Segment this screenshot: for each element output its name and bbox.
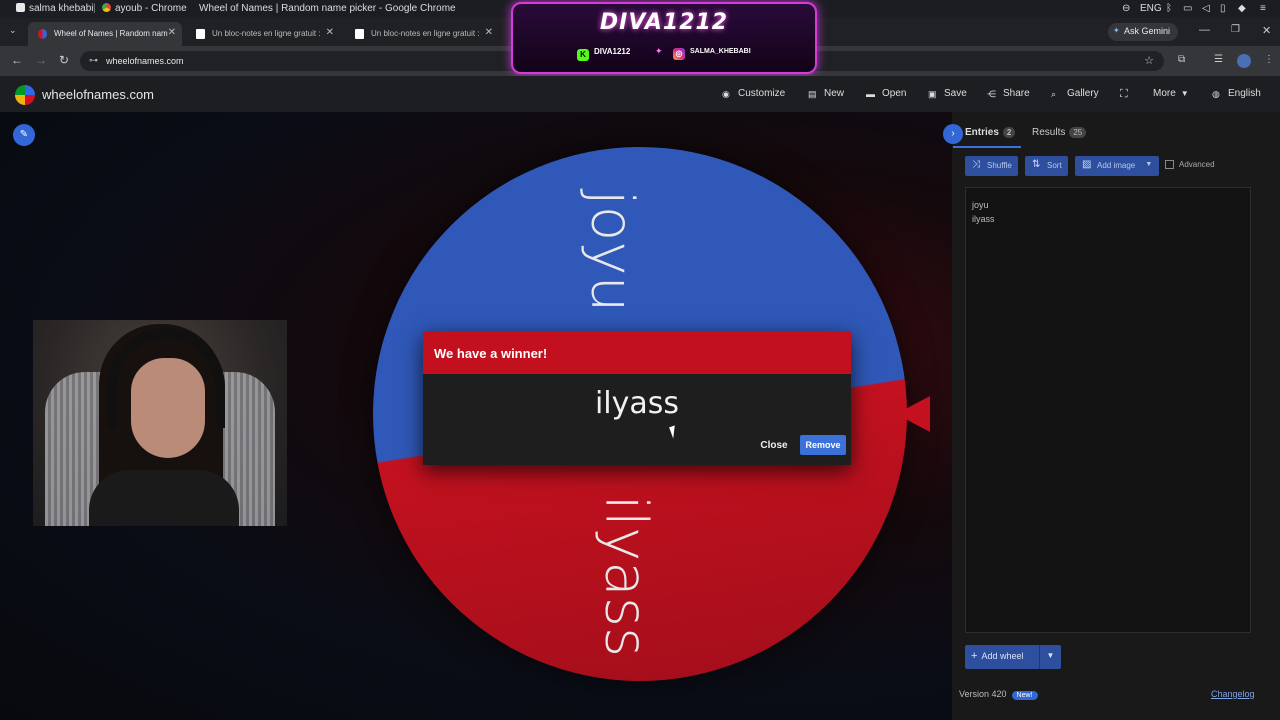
logo-wheel-icon[interactable] [15, 85, 35, 105]
kick-icon: K [577, 49, 589, 61]
sort-button[interactable]: ⇅ Sort [1025, 156, 1068, 176]
minimize-icon[interactable]: — [1199, 24, 1210, 36]
new-file-icon: ▤ [808, 89, 817, 99]
overlay-title: DIVA1212 [599, 10, 729, 35]
wheel-segment-label-joyu: joyu [578, 189, 647, 313]
entry-line: ilyass [972, 214, 995, 224]
folder-icon: ▬ [866, 89, 875, 99]
settings-icon[interactable]: ≡ [1260, 3, 1266, 14]
forward-icon[interactable]: → [35, 54, 47, 66]
document-favicon-icon [196, 29, 205, 39]
globe-icon: ◍ [1212, 89, 1220, 99]
language-button[interactable]: ◍ English [1212, 88, 1261, 99]
window-title: Wheel of Names | Random name picker - Go… [199, 3, 456, 14]
profile-avatar[interactable] [1237, 54, 1251, 68]
winner-dialog-title: We have a winner! [423, 331, 851, 374]
collapse-panel-chevron-icon[interactable]: › [943, 124, 963, 144]
save-icon: ▣ [928, 89, 937, 99]
volume-icon[interactable]: ◁ [1202, 3, 1210, 14]
advanced-checkbox[interactable]: Advanced [1165, 160, 1215, 169]
results-count-badge: 25 [1069, 127, 1087, 138]
shuffle-icon: ⤨ [972, 159, 980, 170]
notification-icon[interactable]: ◆ [1238, 3, 1246, 14]
winner-name: ilyass [594, 386, 680, 421]
add-image-button[interactable]: ▨ Add image ▼ [1075, 156, 1160, 176]
shuffle-button[interactable]: ⤨ Shuffle [965, 156, 1018, 176]
customize-button[interactable]: ◉ Customize [722, 88, 785, 99]
fullscreen-icon[interactable]: ⛶ [1120, 88, 1136, 100]
tab-entries[interactable]: Entries 2 [953, 124, 1021, 148]
palette-icon: ◉ [722, 89, 730, 99]
site-info-icon[interactable]: ⊶ [89, 55, 98, 66]
ask-gemini-button[interactable]: Ask Gemini [1108, 23, 1179, 41]
extensions-icon[interactable]: ⧉ [1178, 54, 1185, 66]
version-label: Version 420 New! [959, 689, 1038, 700]
instagram-icon: ◎ [673, 48, 685, 60]
image-icon: ▨ [1082, 159, 1092, 170]
chrome-profile-label: ayoub - Chrome [102, 3, 187, 14]
plus-icon: + [971, 650, 978, 662]
save-button[interactable]: ▣ Save [928, 88, 967, 99]
separator: | [93, 3, 96, 14]
chevron-down-icon: ▼ [1180, 89, 1189, 98]
close-tab-icon[interactable]: ✕ [485, 27, 493, 38]
entry-line: joyu [972, 200, 989, 210]
webcam-feed [33, 320, 287, 526]
reload-icon[interactable]: ↻ [59, 54, 69, 66]
chevron-down-icon: ▼ [1145, 161, 1153, 168]
site-header: wheelofnames.com ◉ Customize ▤ New ▬ Open ▣… [0, 76, 1280, 112]
bookmark-star-icon[interactable]: ☆ [1144, 54, 1154, 67]
instagram-handle: ◎ SALMA_KHEBABI [673, 48, 751, 60]
close-tab-icon[interactable]: ✕ [326, 27, 334, 38]
language-indicator[interactable]: ENG [1140, 3, 1162, 14]
tab-bloc-notes-2[interactable]: Un bloc-notes en ligne gratuit : ✕ [345, 22, 499, 46]
more-button[interactable]: More ▼ [1153, 88, 1189, 99]
restore-icon[interactable]: ❐ [1231, 24, 1240, 35]
battery-icon[interactable]: ▯ [1220, 3, 1226, 14]
wheel-segment-label-ilyass: ilyass [592, 494, 661, 658]
minus-circle-icon[interactable]: ⊖ [1122, 3, 1130, 14]
wheel-pointer-arrow [896, 396, 930, 432]
site-name[interactable]: wheelofnames.com [42, 87, 154, 102]
sort-icon: ⇅ [1032, 159, 1041, 170]
person-shirt [89, 470, 239, 526]
remove-button[interactable]: Remove [800, 435, 846, 455]
sparkle-icon: ✦ [655, 46, 663, 56]
close-tab-icon[interactable]: ✕ [168, 27, 176, 38]
add-wheel-button[interactable]: + Add wheel ▼ [965, 645, 1061, 669]
checkbox[interactable] [1165, 160, 1174, 169]
user-icon [16, 3, 25, 12]
tab-bloc-notes-1[interactable]: Un bloc-notes en ligne gratuit : ✕ [186, 22, 340, 46]
share-icon: ⋲ [987, 89, 996, 99]
window-close-icon[interactable]: ✕ [1262, 24, 1271, 37]
chevron-down-icon[interactable]: ▼ [1039, 645, 1061, 669]
back-icon[interactable]: ← [11, 54, 23, 66]
entries-count-badge: 2 [1002, 127, 1016, 138]
browser-menu-icon[interactable]: ⋮ [1264, 54, 1274, 66]
gallery-button[interactable]: ⌕ Gallery [1051, 88, 1099, 99]
chrome-icon [102, 3, 111, 12]
changelog-link[interactable]: Changelog [1211, 689, 1255, 699]
media-icon[interactable]: ☰ [1214, 54, 1223, 66]
network-icon[interactable]: ▭ [1183, 3, 1192, 14]
tab-results[interactable]: Results 25 [1032, 127, 1087, 138]
search-icon: ⌕ [1051, 89, 1057, 99]
wheel-favicon-icon [38, 29, 47, 39]
kick-handle: K DIVA1212 [577, 47, 630, 61]
separator: - [182, 3, 186, 14]
new-button[interactable]: ▤ New [808, 88, 844, 99]
bluetooth-icon[interactable]: ᛒ [1166, 3, 1172, 14]
tab-wheel-of-names[interactable]: Wheel of Names | Random nam ✕ [28, 22, 182, 46]
share-button[interactable]: ⋲ Share [987, 88, 1030, 99]
edit-pencil-icon[interactable]: ✎ [13, 124, 35, 146]
document-favicon-icon [355, 29, 364, 39]
tab-list-chevron-icon[interactable]: ⌄ [9, 25, 17, 36]
os-user-label: salma khebabi [16, 3, 93, 14]
close-button[interactable]: Close [752, 437, 796, 455]
stream-overlay-banner: DIVA1212 K DIVA1212 ✦ ◎ SALMA_KHEBABI [511, 2, 817, 74]
open-button[interactable]: ▬ Open [866, 88, 906, 99]
new-badge: New! [1011, 691, 1038, 700]
entries-textarea[interactable]: joyu ilyass [965, 187, 1251, 633]
